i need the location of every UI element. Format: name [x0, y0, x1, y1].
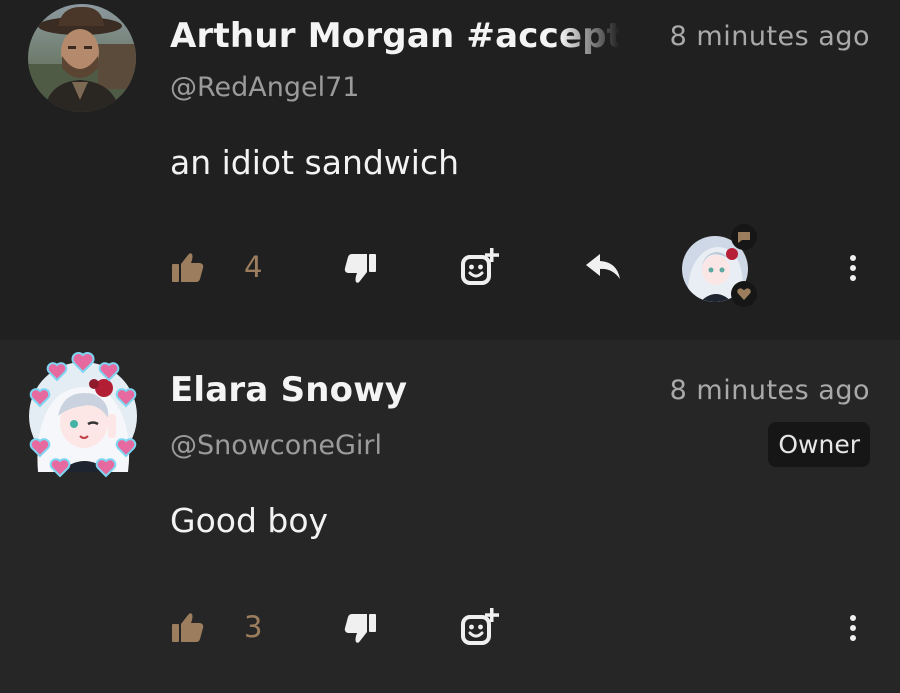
comment-author-name[interactable]: Elara Snowy	[170, 370, 407, 410]
heart-icon	[737, 288, 751, 300]
comment-item: Arthur Morgan #accepta 8 minutes ago @Re…	[0, 0, 900, 340]
add-reaction-icon[interactable]	[459, 608, 501, 648]
like-icon[interactable]	[172, 252, 204, 282]
creator-reply-badge	[731, 224, 757, 250]
like-count: 3	[244, 610, 263, 644]
comment-timestamp: 8 minutes ago	[669, 21, 870, 52]
avatar[interactable]	[24, 350, 142, 478]
dislike-icon[interactable]	[344, 254, 376, 284]
avatar-anime-heart-frame-image	[29, 352, 137, 478]
avatar[interactable]	[28, 4, 136, 112]
more-options-icon[interactable]	[848, 614, 858, 642]
comment-text: an idiot sandwich	[170, 143, 460, 182]
speech-bubble-icon	[738, 231, 750, 243]
comment-author-handle[interactable]: @RedAngel71	[170, 72, 360, 103]
comment-item: Elara Snowy 8 minutes ago @SnowconeGirl …	[0, 340, 900, 693]
comment-author-handle[interactable]: @SnowconeGirl	[170, 430, 382, 461]
reply-icon[interactable]	[586, 254, 622, 280]
owner-badge: Owner	[768, 422, 870, 467]
like-count: 4	[244, 250, 263, 284]
add-reaction-icon[interactable]	[459, 248, 501, 288]
more-options-icon[interactable]	[848, 254, 858, 282]
comment-text: Good boy	[170, 501, 329, 540]
author-name-fade	[560, 8, 630, 66]
dislike-icon[interactable]	[344, 614, 376, 644]
comment-timestamp: 8 minutes ago	[669, 375, 870, 406]
like-icon[interactable]	[172, 612, 204, 642]
creator-heart-badge	[731, 281, 757, 307]
avatar-portrait-image	[28, 4, 136, 112]
